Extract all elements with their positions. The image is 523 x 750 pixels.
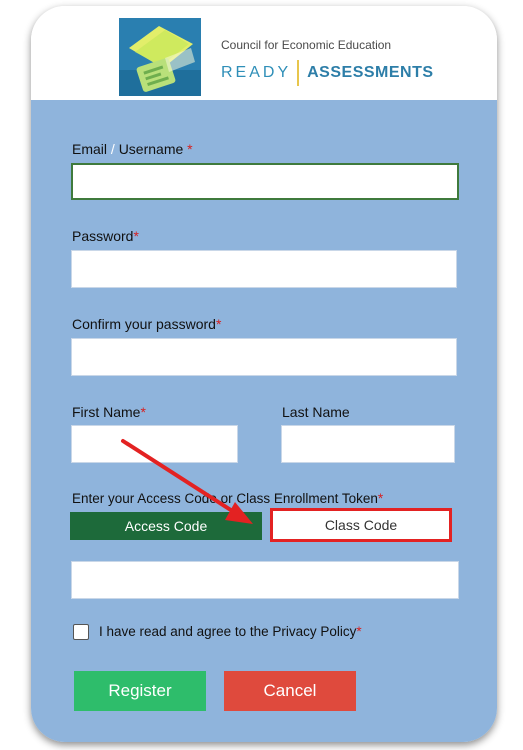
code-field[interactable] <box>71 561 459 599</box>
registration-card: Council for Economic Education READY ASS… <box>31 6 497 742</box>
code-prompt-text: Enter your Access Code or Class Enrollme… <box>72 491 378 506</box>
required-mark: * <box>187 141 193 157</box>
email-label-text: Email <box>72 141 108 157</box>
email-field[interactable] <box>71 163 459 200</box>
registration-form: Email / Username * Password* Confirm you… <box>31 100 497 742</box>
first-name-label: First Name* <box>72 404 146 420</box>
required-mark: * <box>356 624 362 639</box>
brand-wordmark: READY ASSESSMENTS <box>221 60 434 86</box>
header: Council for Economic Education READY ASS… <box>31 6 497 100</box>
privacy-label-text: I have read and agree to the Privacy Pol… <box>99 624 357 639</box>
required-mark: * <box>215 316 222 332</box>
email-label: Email / Username * <box>72 141 193 157</box>
tab-class-code[interactable]: Class Code <box>270 508 452 542</box>
tab-access-code[interactable]: Access Code <box>70 512 262 540</box>
org-name: Council for Economic Education <box>221 38 392 52</box>
code-type-tabs: Access Code Class Code <box>70 508 456 542</box>
confirm-password-label: Confirm your password* <box>72 316 221 332</box>
ready-assessments-logo-icon <box>119 18 201 96</box>
required-mark: * <box>377 491 384 506</box>
password-field[interactable] <box>71 250 457 288</box>
required-mark: * <box>140 404 146 420</box>
confirm-password-field[interactable] <box>71 338 457 376</box>
password-label: Password* <box>72 228 139 244</box>
privacy-label: I have read and agree to the Privacy Pol… <box>99 624 362 639</box>
register-button[interactable]: Register <box>74 671 206 711</box>
confirm-password-label-text: Confirm your password <box>72 316 216 332</box>
brand-ready: READY <box>221 64 292 81</box>
brand-assessments: ASSESSMENTS <box>307 64 434 81</box>
email-label-slash: / <box>110 141 115 157</box>
username-label-text: Username <box>118 141 184 157</box>
first-name-label-text: First Name <box>72 404 141 420</box>
privacy-checkbox[interactable] <box>73 624 89 640</box>
cancel-button[interactable]: Cancel <box>224 671 356 711</box>
required-mark: * <box>133 228 139 244</box>
last-name-label: Last Name <box>282 404 350 420</box>
last-name-field[interactable] <box>281 425 455 463</box>
password-label-text: Password <box>72 228 134 244</box>
first-name-field[interactable] <box>71 425 238 463</box>
brand-divider <box>297 60 300 86</box>
code-prompt-label: Enter your Access Code or Class Enrollme… <box>72 491 383 506</box>
